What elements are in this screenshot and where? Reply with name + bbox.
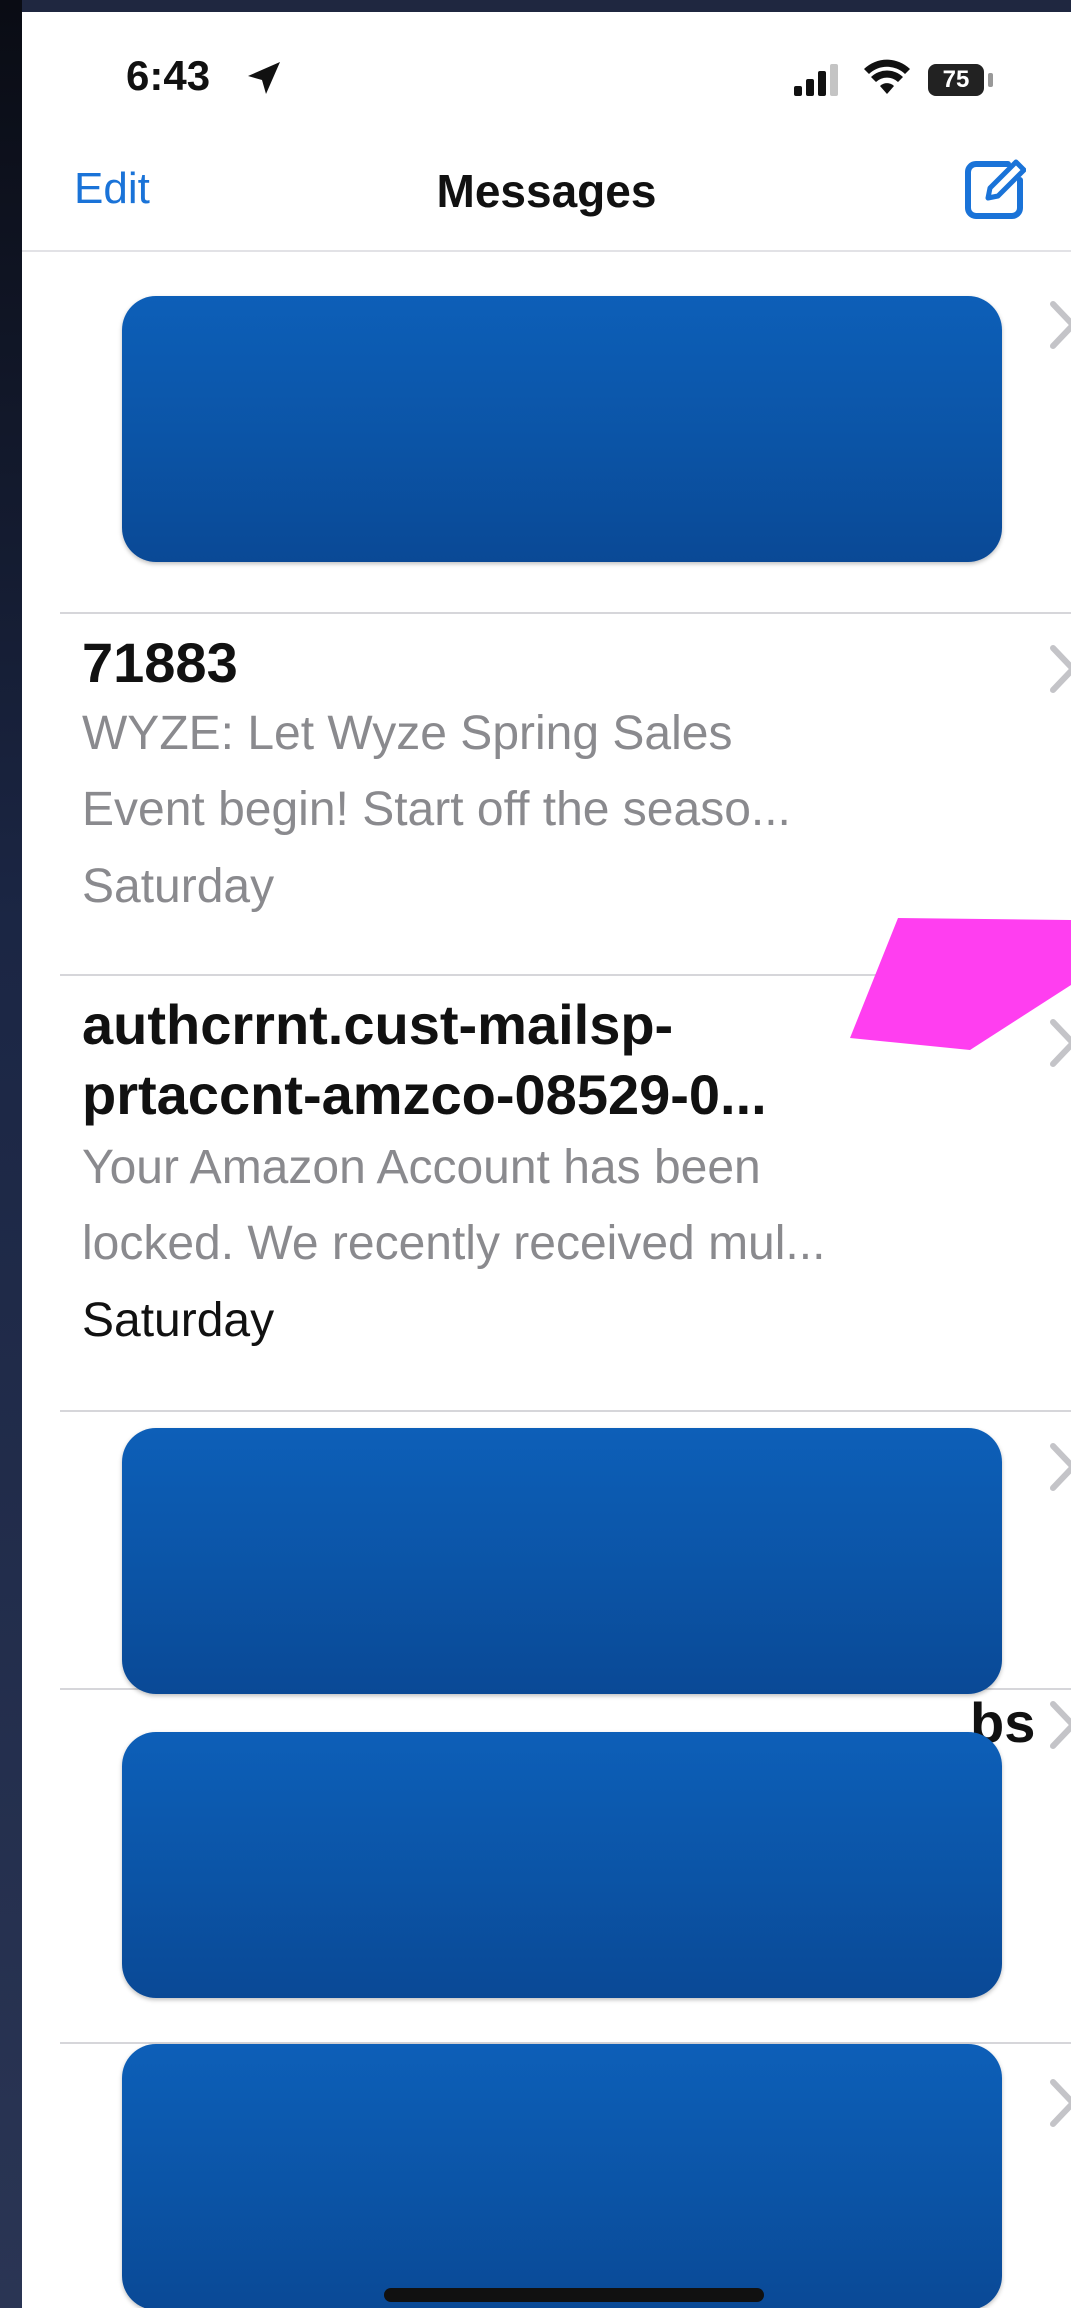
battery-icon: 75 — [928, 64, 984, 96]
chevron-right-icon — [1050, 1443, 1071, 1491]
compose-icon[interactable] — [962, 158, 1026, 222]
message-date: Saturday — [82, 1294, 275, 1347]
list-item[interactable]: bs — [60, 1690, 1071, 2044]
message-preview: WYZE: Let Wyze Spring Sales — [82, 707, 733, 760]
redaction-box — [122, 2044, 1002, 2308]
list-item[interactable] — [60, 1412, 1071, 1694]
chevron-right-icon — [1050, 645, 1071, 693]
status-time: 6:43 — [126, 52, 211, 99]
message-preview: locked. We recently received mul... — [82, 1217, 826, 1270]
message-preview: Your Amazon Account has been — [82, 1141, 761, 1194]
list-item[interactable]: ... — [60, 2044, 1071, 2308]
redaction-box — [122, 1732, 1002, 1998]
chevron-right-icon — [1050, 301, 1071, 349]
annotation-arrow-icon — [850, 918, 1071, 1050]
chevron-right-icon — [1050, 2079, 1071, 2127]
redaction-box — [122, 1428, 1002, 1694]
message-preview: Event begin! Start off the seaso... — [82, 783, 791, 836]
sender-name: 71883 — [82, 631, 238, 694]
battery-tip — [988, 73, 993, 87]
list-item[interactable]: ... — [60, 252, 1071, 614]
wifi-icon — [864, 59, 910, 94]
page-title: Messages — [436, 165, 657, 217]
home-indicator[interactable] — [384, 2288, 764, 2302]
signal-icon — [794, 64, 838, 96]
phone-screen: 6:43 75 Edit Messages 71883 WYZE: Let Wy… — [22, 12, 1071, 2308]
sender-name: prtaccnt-amzco-08529-0... — [82, 1063, 767, 1126]
sender-name: authcrrnt.cust-mailsp- — [82, 993, 674, 1056]
nav-bar: Edit Messages — [22, 132, 1071, 252]
redaction-box — [122, 296, 1002, 562]
background-edge — [0, 0, 22, 2308]
location-arrow-icon — [248, 62, 280, 94]
chevron-right-icon — [1050, 1701, 1071, 1749]
message-date: Saturday — [82, 860, 275, 913]
status-bar: 6:43 75 — [22, 12, 1071, 132]
battery-level: 75 — [942, 66, 970, 93]
